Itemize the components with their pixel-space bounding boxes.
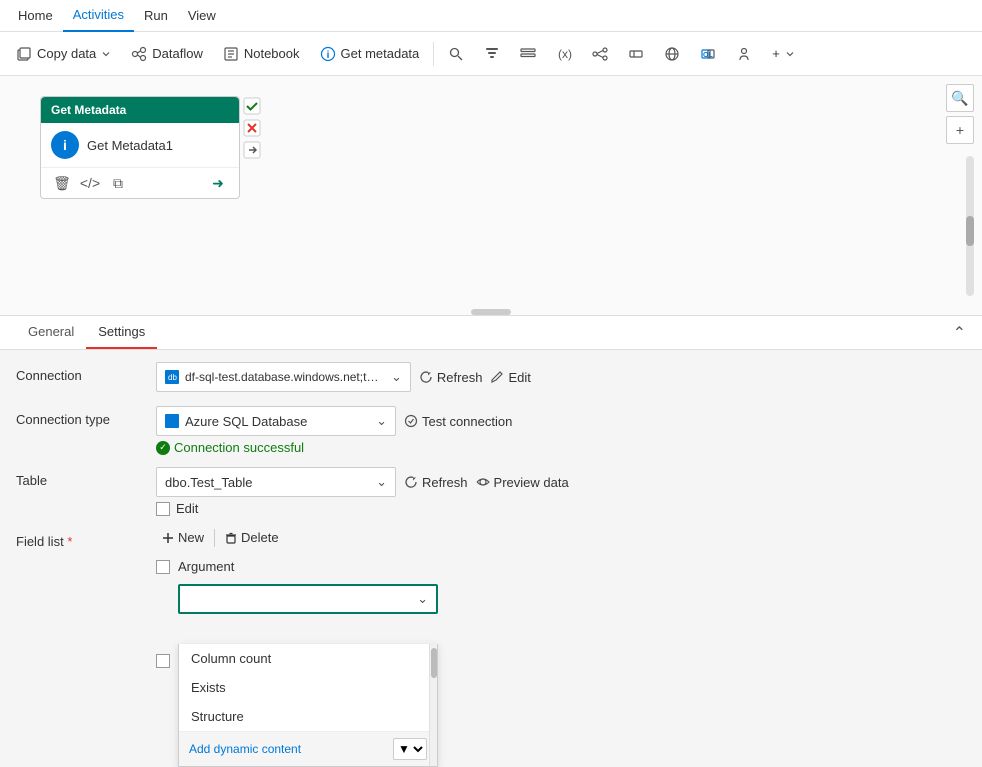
required-marker: * — [67, 534, 72, 549]
dropdown-item-column-count[interactable]: Column count — [179, 644, 437, 673]
activity-delete-btn[interactable]: 🗑 — [51, 172, 73, 194]
menu-item-run[interactable]: Run — [134, 0, 178, 32]
svg-text:(x): (x) — [558, 47, 572, 61]
activity-copy-btn[interactable]: ⧉ — [107, 172, 129, 194]
get-metadata-button[interactable]: i Get metadata — [312, 42, 428, 66]
field-list-label: Field list * — [16, 528, 156, 549]
menu-item-home[interactable]: Home — [8, 0, 63, 32]
toolbar-divider — [433, 42, 434, 66]
tabs-bar: General Settings ⌃ — [0, 316, 982, 350]
canvas-scrollbar[interactable] — [966, 156, 974, 296]
toolbar-params-icon-btn[interactable] — [620, 38, 652, 70]
activity-side-icons — [242, 96, 262, 160]
canvas-minimize-bar[interactable] — [471, 309, 511, 315]
menu-bar: Home Activities Run View — [0, 0, 982, 32]
field-dropdown-chevron: ⌄ — [417, 591, 428, 607]
canvas-scrollbar-thumb — [966, 216, 974, 246]
field-list-new-btn[interactable]: New — [156, 528, 210, 547]
field-item-checkbox[interactable] — [156, 654, 170, 668]
field-btn-separator — [214, 529, 215, 547]
test-connection-btn[interactable]: Test connection — [404, 414, 512, 429]
connection-status: ✓ Connection successful — [156, 440, 966, 455]
toolbar-list-icon-btn[interactable] — [512, 38, 544, 70]
activity-node: Get Metadata i Get Metadata1 🗑 </> ⧉ ➜ — [40, 96, 240, 199]
toolbar-outlook-icon-btn[interactable]: OL — [692, 38, 724, 70]
activity-icon: i — [51, 131, 79, 159]
connection-refresh-btn[interactable]: Refresh — [419, 370, 483, 385]
canvas-search-btn[interactable]: 🔍 — [946, 84, 974, 112]
svg-text:db: db — [168, 373, 177, 382]
activity-node-name: Get Metadata1 — [87, 138, 173, 153]
connection-value: df-sql-test.database.windows.net;tes... — [185, 370, 385, 384]
table-refresh-btn[interactable]: Refresh — [404, 475, 468, 490]
tab-settings[interactable]: Settings — [86, 316, 157, 349]
connection-label: Connection — [16, 362, 156, 383]
connection-row: Connection db df-sql-test.database.windo… — [16, 362, 966, 394]
svg-text:i: i — [326, 50, 329, 61]
status-check-icon: ✓ — [156, 441, 170, 455]
canvas-zoom-in-btn[interactable]: + — [946, 116, 974, 144]
argument-checkbox[interactable] — [156, 560, 170, 574]
field-list-delete-btn[interactable]: Delete — [219, 528, 285, 547]
activity-code-btn[interactable]: </> — [79, 172, 101, 194]
connection-type-select[interactable]: Azure SQL Database ⌄ — [156, 406, 396, 436]
toolbar-connections-icon-btn[interactable] — [584, 38, 616, 70]
table-preview-btn[interactable]: Preview data — [476, 475, 569, 490]
toolbar-filter-icon-btn[interactable] — [476, 38, 508, 70]
connection-type-icon — [165, 414, 179, 428]
connection-type-value: Azure SQL Database — [185, 414, 307, 429]
argument-header: Argument — [156, 559, 966, 574]
toolbar-add-button[interactable]: + — [764, 42, 803, 65]
connection-chevron: ⌄ — [391, 369, 402, 385]
copy-data-button[interactable]: Copy data — [8, 42, 119, 66]
success-icon — [242, 96, 262, 116]
connection-edit-btn[interactable]: Edit — [490, 370, 530, 385]
field-dropdown-input[interactable]: ⌄ — [178, 584, 438, 614]
dropdown-item-structure[interactable]: Structure — [179, 702, 437, 731]
activity-node-header: Get Metadata — [41, 97, 239, 123]
table-chevron: ⌄ — [376, 474, 387, 490]
connection-type-row: Connection type Azure SQL Database ⌄ Tes… — [16, 406, 966, 455]
dropdown-footer[interactable]: Add dynamic content ▼ — [179, 731, 437, 766]
dropdown-scrollbar-thumb — [431, 648, 437, 678]
toolbar-globe-icon-btn[interactable] — [656, 38, 688, 70]
arrow-icon — [242, 140, 262, 160]
table-edit-checkbox-label[interactable]: Edit — [156, 501, 966, 516]
field-list-item: ⌄ Column count Exists Structure Add dyna… — [156, 584, 966, 737]
table-edit-checkbox[interactable] — [156, 502, 170, 516]
connection-type-label: Connection type — [16, 406, 156, 427]
connection-type-chevron: ⌄ — [376, 413, 387, 429]
field-list-row: Field list * New Delete Argument — [16, 528, 966, 741]
fail-icon — [242, 118, 262, 138]
argument-label: Argument — [178, 559, 234, 574]
panel-collapse-btn[interactable]: ⌃ — [953, 323, 966, 343]
dropdown-list: Column count Exists Structure Add dynami… — [178, 644, 438, 767]
table-select[interactable]: dbo.Test_Table ⌄ — [156, 467, 396, 497]
tab-general[interactable]: General — [16, 316, 86, 349]
table-row: Table dbo.Test_Table ⌄ Refresh Preview d… — [16, 467, 966, 516]
toolbar-variable-icon-btn[interactable]: (x) — [548, 38, 580, 70]
table-value: dbo.Test_Table — [165, 475, 252, 490]
menu-item-view[interactable]: View — [178, 0, 226, 32]
activity-run-btn[interactable]: ➜ — [207, 172, 229, 194]
notebook-button[interactable]: Notebook — [215, 42, 308, 66]
toolbar-search-icon-btn[interactable] — [440, 38, 472, 70]
toolbar: Copy data Dataflow Notebook i Get metada… — [0, 32, 982, 76]
toolbar-teams-icon-btn[interactable] — [728, 38, 760, 70]
dataflow-button[interactable]: Dataflow — [123, 42, 211, 66]
table-label: Table — [16, 467, 156, 488]
canvas-controls: 🔍 + — [946, 84, 974, 144]
dropdown-footer-select[interactable]: ▼ — [393, 738, 427, 760]
field-dropdown-wrap: ⌄ Column count Exists Structure Add dyna… — [178, 584, 438, 737]
table-edit-label: Edit — [176, 501, 198, 516]
settings-content: Connection db df-sql-test.database.windo… — [0, 350, 982, 765]
connection-input[interactable]: db df-sql-test.database.windows.net;tes.… — [156, 362, 411, 392]
canvas-area: Get Metadata i Get Metadata1 🗑 </> ⧉ ➜ 🔍… — [0, 76, 982, 316]
dropdown-scrollbar[interactable] — [429, 644, 437, 766]
menu-item-activities[interactable]: Activities — [63, 0, 134, 32]
dropdown-item-exists[interactable]: Exists — [179, 673, 437, 702]
connection-icon: db — [165, 370, 179, 384]
